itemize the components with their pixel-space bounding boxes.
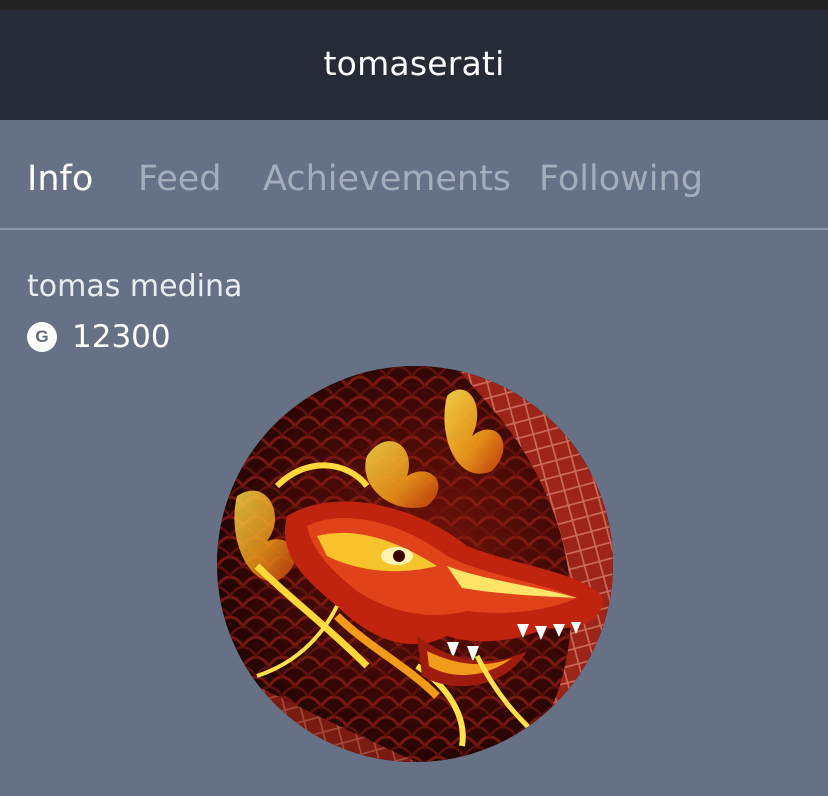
user-full-name: tomas medina xyxy=(27,269,243,304)
status-bar-strip xyxy=(0,0,828,10)
dragon-avatar-image xyxy=(217,366,613,762)
profile-tabs: Info Feed Achievements Following xyxy=(0,120,828,230)
page-title: tomaserati xyxy=(323,43,505,83)
avatar[interactable] xyxy=(217,366,613,762)
tab-info[interactable]: Info xyxy=(27,158,93,200)
tab-following[interactable]: Following xyxy=(539,158,703,200)
tab-feed[interactable]: Feed xyxy=(138,158,222,200)
coin-icon: G xyxy=(27,322,57,352)
app-header: tomaserati xyxy=(0,10,828,120)
coins-value: 12300 xyxy=(72,318,171,355)
coins-row: G 12300 xyxy=(27,317,171,357)
tab-achievements[interactable]: Achievements xyxy=(263,158,511,200)
